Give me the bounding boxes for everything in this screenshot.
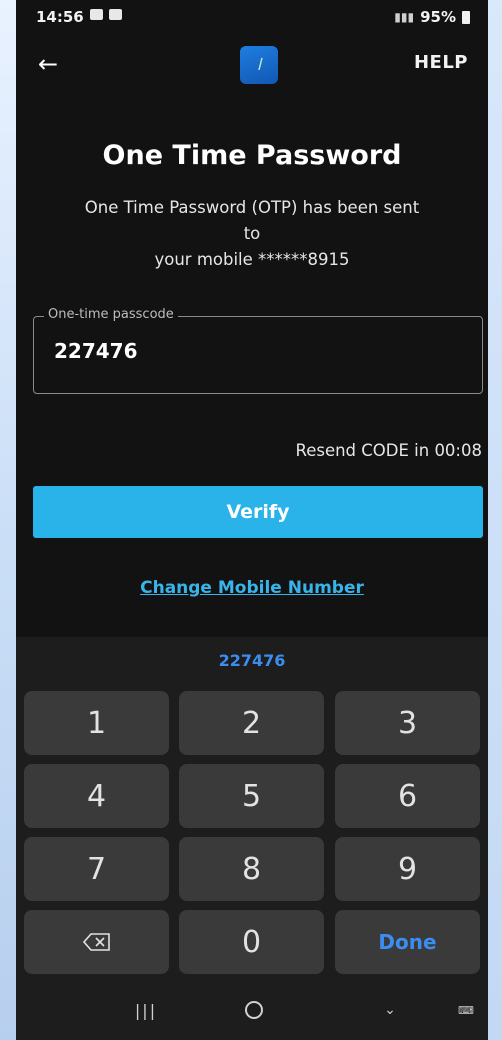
system-nav-bar: ||| ⌄ ⌨ (16, 980, 488, 1040)
hide-keyboard-button[interactable]: ⌄ (370, 998, 410, 1022)
keyboard-icon: ⌨ (458, 1003, 474, 1017)
keyboard-switch-button[interactable]: ⌨ (446, 998, 486, 1022)
image-icon (109, 9, 122, 20)
app-logo: ا (240, 46, 278, 84)
otp-input-label: One-time passcode (44, 307, 178, 322)
signal-icon: ▮▮▮ (394, 10, 415, 24)
recent-apps-icon: ||| (134, 1000, 158, 1020)
status-bar: 14:56 ▮▮▮ 95% (16, 0, 488, 36)
recent-apps-button[interactable]: ||| (126, 998, 166, 1022)
back-button[interactable]: ← (30, 46, 66, 82)
message-icon (90, 9, 103, 20)
key-1[interactable]: 1 (24, 691, 169, 755)
logo-mark-icon: ا (256, 55, 262, 74)
home-button[interactable] (234, 998, 274, 1022)
background-right (488, 0, 502, 1040)
page-title: One Time Password (102, 140, 402, 171)
key-8[interactable]: 8 (179, 837, 324, 901)
status-right: ▮▮▮ 95% (394, 8, 470, 26)
home-icon (245, 1001, 263, 1019)
resend-countdown: Resend CODE in 00:08 (295, 441, 482, 460)
verify-button[interactable]: Verify (33, 486, 483, 538)
help-button[interactable]: HELP (414, 52, 468, 73)
otp-input[interactable]: One-time passcode 227476 (33, 307, 483, 394)
key-0[interactable]: 0 (179, 910, 324, 974)
phone-screen: 14:56 ▮▮▮ 95% ← ا HELP One Time Password… (16, 0, 488, 1040)
otp-input-value[interactable]: 227476 (54, 339, 138, 363)
battery-icon (462, 10, 470, 24)
otp-sent-message: One Time Password (OTP) has been sent to… (28, 195, 476, 273)
chevron-down-icon: ⌄ (384, 1002, 396, 1018)
battery-percent: 95% (420, 8, 456, 26)
key-done[interactable]: Done (335, 910, 480, 974)
status-notification-icons (90, 9, 122, 20)
key-2[interactable]: 2 (179, 691, 324, 755)
change-mobile-number-link[interactable]: Change Mobile Number (16, 578, 488, 598)
otp-sent-line-3: your mobile ******8915 (154, 250, 350, 269)
status-time: 14:56 (36, 8, 84, 26)
key-4[interactable]: 4 (24, 764, 169, 828)
otp-sent-line-1: One Time Password (OTP) has been sent (84, 198, 420, 217)
keyboard-suggestion[interactable]: 227476 (16, 651, 488, 670)
key-backspace[interactable] (24, 910, 169, 974)
key-3[interactable]: 3 (335, 691, 480, 755)
app-bar: ← ا HELP (16, 36, 488, 92)
key-9[interactable]: 9 (335, 837, 480, 901)
key-6[interactable]: 6 (335, 764, 480, 828)
key-7[interactable]: 7 (24, 837, 169, 901)
otp-sent-line-2: to (243, 224, 261, 243)
arrow-left-icon: ← (37, 50, 59, 78)
background-left (0, 0, 16, 1040)
backspace-icon (82, 933, 111, 951)
key-5[interactable]: 5 (179, 764, 324, 828)
